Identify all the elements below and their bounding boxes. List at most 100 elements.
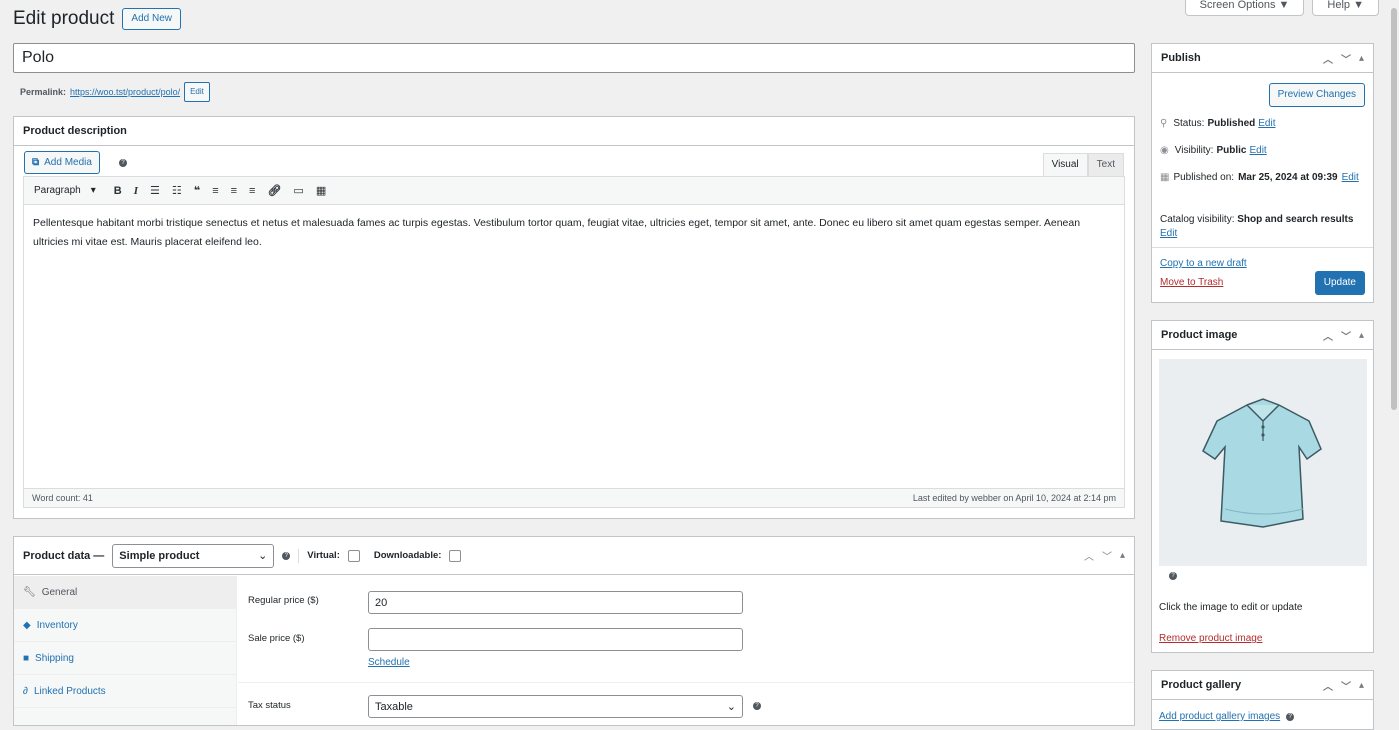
link-icon: ∂ (23, 685, 28, 697)
editor-tabs: Visual Text (1042, 153, 1124, 176)
toggle-panel-icon[interactable]: ▴ (1120, 550, 1125, 561)
box-controls: ︿ ﹀ ▴ (1323, 51, 1364, 66)
virtual-checkbox[interactable] (347, 549, 360, 562)
add-media-button[interactable]: ⧉ Add Media (24, 151, 100, 174)
wrench-icon: 🔧︎ (23, 586, 36, 598)
preview-changes-button[interactable]: Preview Changes (1268, 83, 1365, 107)
align-center-icon[interactable]: ≡ (231, 185, 237, 197)
bullet-list-icon[interactable]: ☰ (150, 184, 160, 197)
align-right-icon[interactable]: ≡ (249, 185, 255, 197)
published-on-row: ▦ Published on: Mar 25, 2024 at 09:39 Ed… (1160, 171, 1370, 185)
tab-label: Shipping (35, 652, 74, 664)
move-up-icon[interactable]: ︿ (1084, 548, 1094, 563)
copy-to-draft-link[interactable]: Copy to a new draft (1160, 258, 1247, 269)
catalog-visibility-label: Catalog visibility: (1160, 214, 1235, 225)
product-type-value: Simple product (119, 549, 200, 562)
move-up-icon[interactable]: ︿ (1323, 328, 1333, 343)
tab-visual[interactable]: Visual (1042, 153, 1088, 176)
tax-status-label: Tax status (248, 700, 291, 711)
published-on-edit-link[interactable]: Edit (1342, 171, 1359, 185)
add-new-button[interactable]: Add New (122, 8, 181, 30)
visibility-edit-link[interactable]: Edit (1249, 145, 1266, 156)
italic-icon[interactable]: I (134, 185, 138, 197)
downloadable-label: Downloadable: (373, 550, 442, 561)
toolbar-toggle-icon[interactable]: ▦ (316, 184, 326, 197)
status-row: ⚲ Status: Published Edit (1160, 118, 1276, 129)
image-hint: Click the image to edit or update (1159, 602, 1303, 613)
align-left-icon[interactable]: ≡ (212, 185, 218, 197)
add-gallery-images-link[interactable]: Add product gallery images (1159, 711, 1280, 722)
move-up-icon[interactable]: ︿ (1323, 51, 1333, 66)
move-down-icon[interactable]: ﹀ (1341, 678, 1351, 693)
update-button[interactable]: Update (1314, 271, 1365, 295)
help-icon[interactable]: ? (753, 702, 761, 710)
regular-price-input[interactable] (368, 591, 743, 614)
tag-icon: ◆ (23, 619, 31, 631)
format-select[interactable]: Paragraph ▾ (28, 183, 102, 198)
word-count: Word count: 41 (32, 493, 93, 503)
numbered-list-icon[interactable]: ☷ (172, 184, 182, 197)
chevron-down-icon: ⌄ (258, 550, 268, 562)
editor-status-bar: Word count: 41 Last edited by webber on … (24, 488, 1124, 507)
toggle-panel-icon[interactable]: ▴ (1359, 53, 1364, 64)
move-down-icon[interactable]: ﹀ (1341, 328, 1351, 343)
divider (298, 548, 300, 563)
tax-status-select[interactable]: Taxable ⌄ (368, 695, 743, 718)
visibility-label: Visibility: (1174, 145, 1214, 156)
add-media-label: Add Media (44, 157, 92, 168)
tab-label: Linked Products (33, 685, 106, 697)
read-more-icon[interactable]: ▭ (293, 184, 303, 197)
product-gallery-box: Product gallery ︿ ﹀ ▴ Add product galler… (1151, 670, 1374, 730)
permalink-link[interactable]: https://woo.tst/product/polo/ (70, 87, 180, 97)
chevron-down-icon: ▾ (90, 185, 96, 196)
product-type-select[interactable]: Simple product ⌄ (112, 543, 275, 568)
help-icon[interactable]: ? (119, 159, 127, 167)
scrollbar[interactable] (1391, 8, 1397, 410)
sale-price-label: Sale price ($) (248, 633, 305, 644)
bold-icon[interactable]: B (114, 185, 122, 197)
move-down-icon[interactable]: ﹀ (1341, 51, 1351, 66)
schedule-link[interactable]: Schedule (368, 657, 410, 668)
blockquote-icon[interactable]: ❝ (194, 184, 200, 197)
sale-price-input[interactable] (368, 628, 743, 651)
help-icon[interactable]: ? (1286, 712, 1295, 721)
screen-meta: Screen Options ▼ Help ▼ (1184, 0, 1379, 16)
help-icon[interactable]: ? (1169, 572, 1177, 580)
permalink-edit-button[interactable]: Edit (184, 82, 210, 102)
product-image-header: Product image ︿ ﹀ ▴ (1152, 321, 1373, 350)
permalink: Permalink: https://woo.tst/product/polo/… (20, 82, 210, 102)
visibility-row: ◉ Visibility: Public Edit (1160, 145, 1267, 156)
description-title: Product description (23, 125, 127, 137)
catalog-visibility-edit-link[interactable]: Edit (1160, 228, 1177, 239)
published-on-label: Published on: (1173, 172, 1235, 183)
tab-shipping[interactable]: ■ Shipping (14, 642, 236, 675)
status-edit-link[interactable]: Edit (1258, 118, 1275, 129)
divider (1152, 247, 1373, 248)
tab-text[interactable]: Text (1087, 153, 1124, 176)
tab-general[interactable]: 🔧︎ General (14, 576, 236, 609)
move-up-icon[interactable]: ︿ (1323, 678, 1333, 693)
remove-image-link[interactable]: Remove product image (1159, 633, 1262, 644)
help-icon[interactable]: ? (282, 551, 291, 560)
toggle-panel-icon[interactable]: ▴ (1359, 330, 1364, 341)
editor-content[interactable]: Pellentesque habitant morbi tristique se… (24, 205, 1124, 460)
virtual-label: Virtual: (307, 550, 340, 561)
tab-label: Inventory (36, 619, 78, 631)
help-button[interactable]: Help ▼ (1312, 0, 1379, 16)
box-controls: ︿ ﹀ ▴ (1323, 678, 1364, 693)
format-select-value: Paragraph (34, 185, 81, 196)
downloadable-checkbox[interactable] (449, 549, 462, 562)
product-title-input[interactable] (13, 43, 1135, 73)
polo-shirt-icon (1202, 398, 1322, 528)
link-icon[interactable]: 🔗︎ (267, 184, 281, 197)
product-image[interactable] (1159, 359, 1367, 566)
tab-label: General (41, 586, 78, 598)
toggle-panel-icon[interactable]: ▴ (1359, 680, 1364, 691)
move-down-icon[interactable]: ﹀ (1102, 548, 1112, 563)
screen-options-button[interactable]: Screen Options ▼ (1184, 0, 1305, 16)
tab-linked-products[interactable]: ∂ Linked Products (14, 675, 236, 708)
move-to-trash-link[interactable]: Move to Trash (1160, 277, 1223, 288)
description-header: Product description (14, 117, 1134, 146)
tab-inventory[interactable]: ◆ Inventory (14, 609, 236, 642)
box-controls: ︿ ﹀ ▴ (1323, 328, 1364, 343)
